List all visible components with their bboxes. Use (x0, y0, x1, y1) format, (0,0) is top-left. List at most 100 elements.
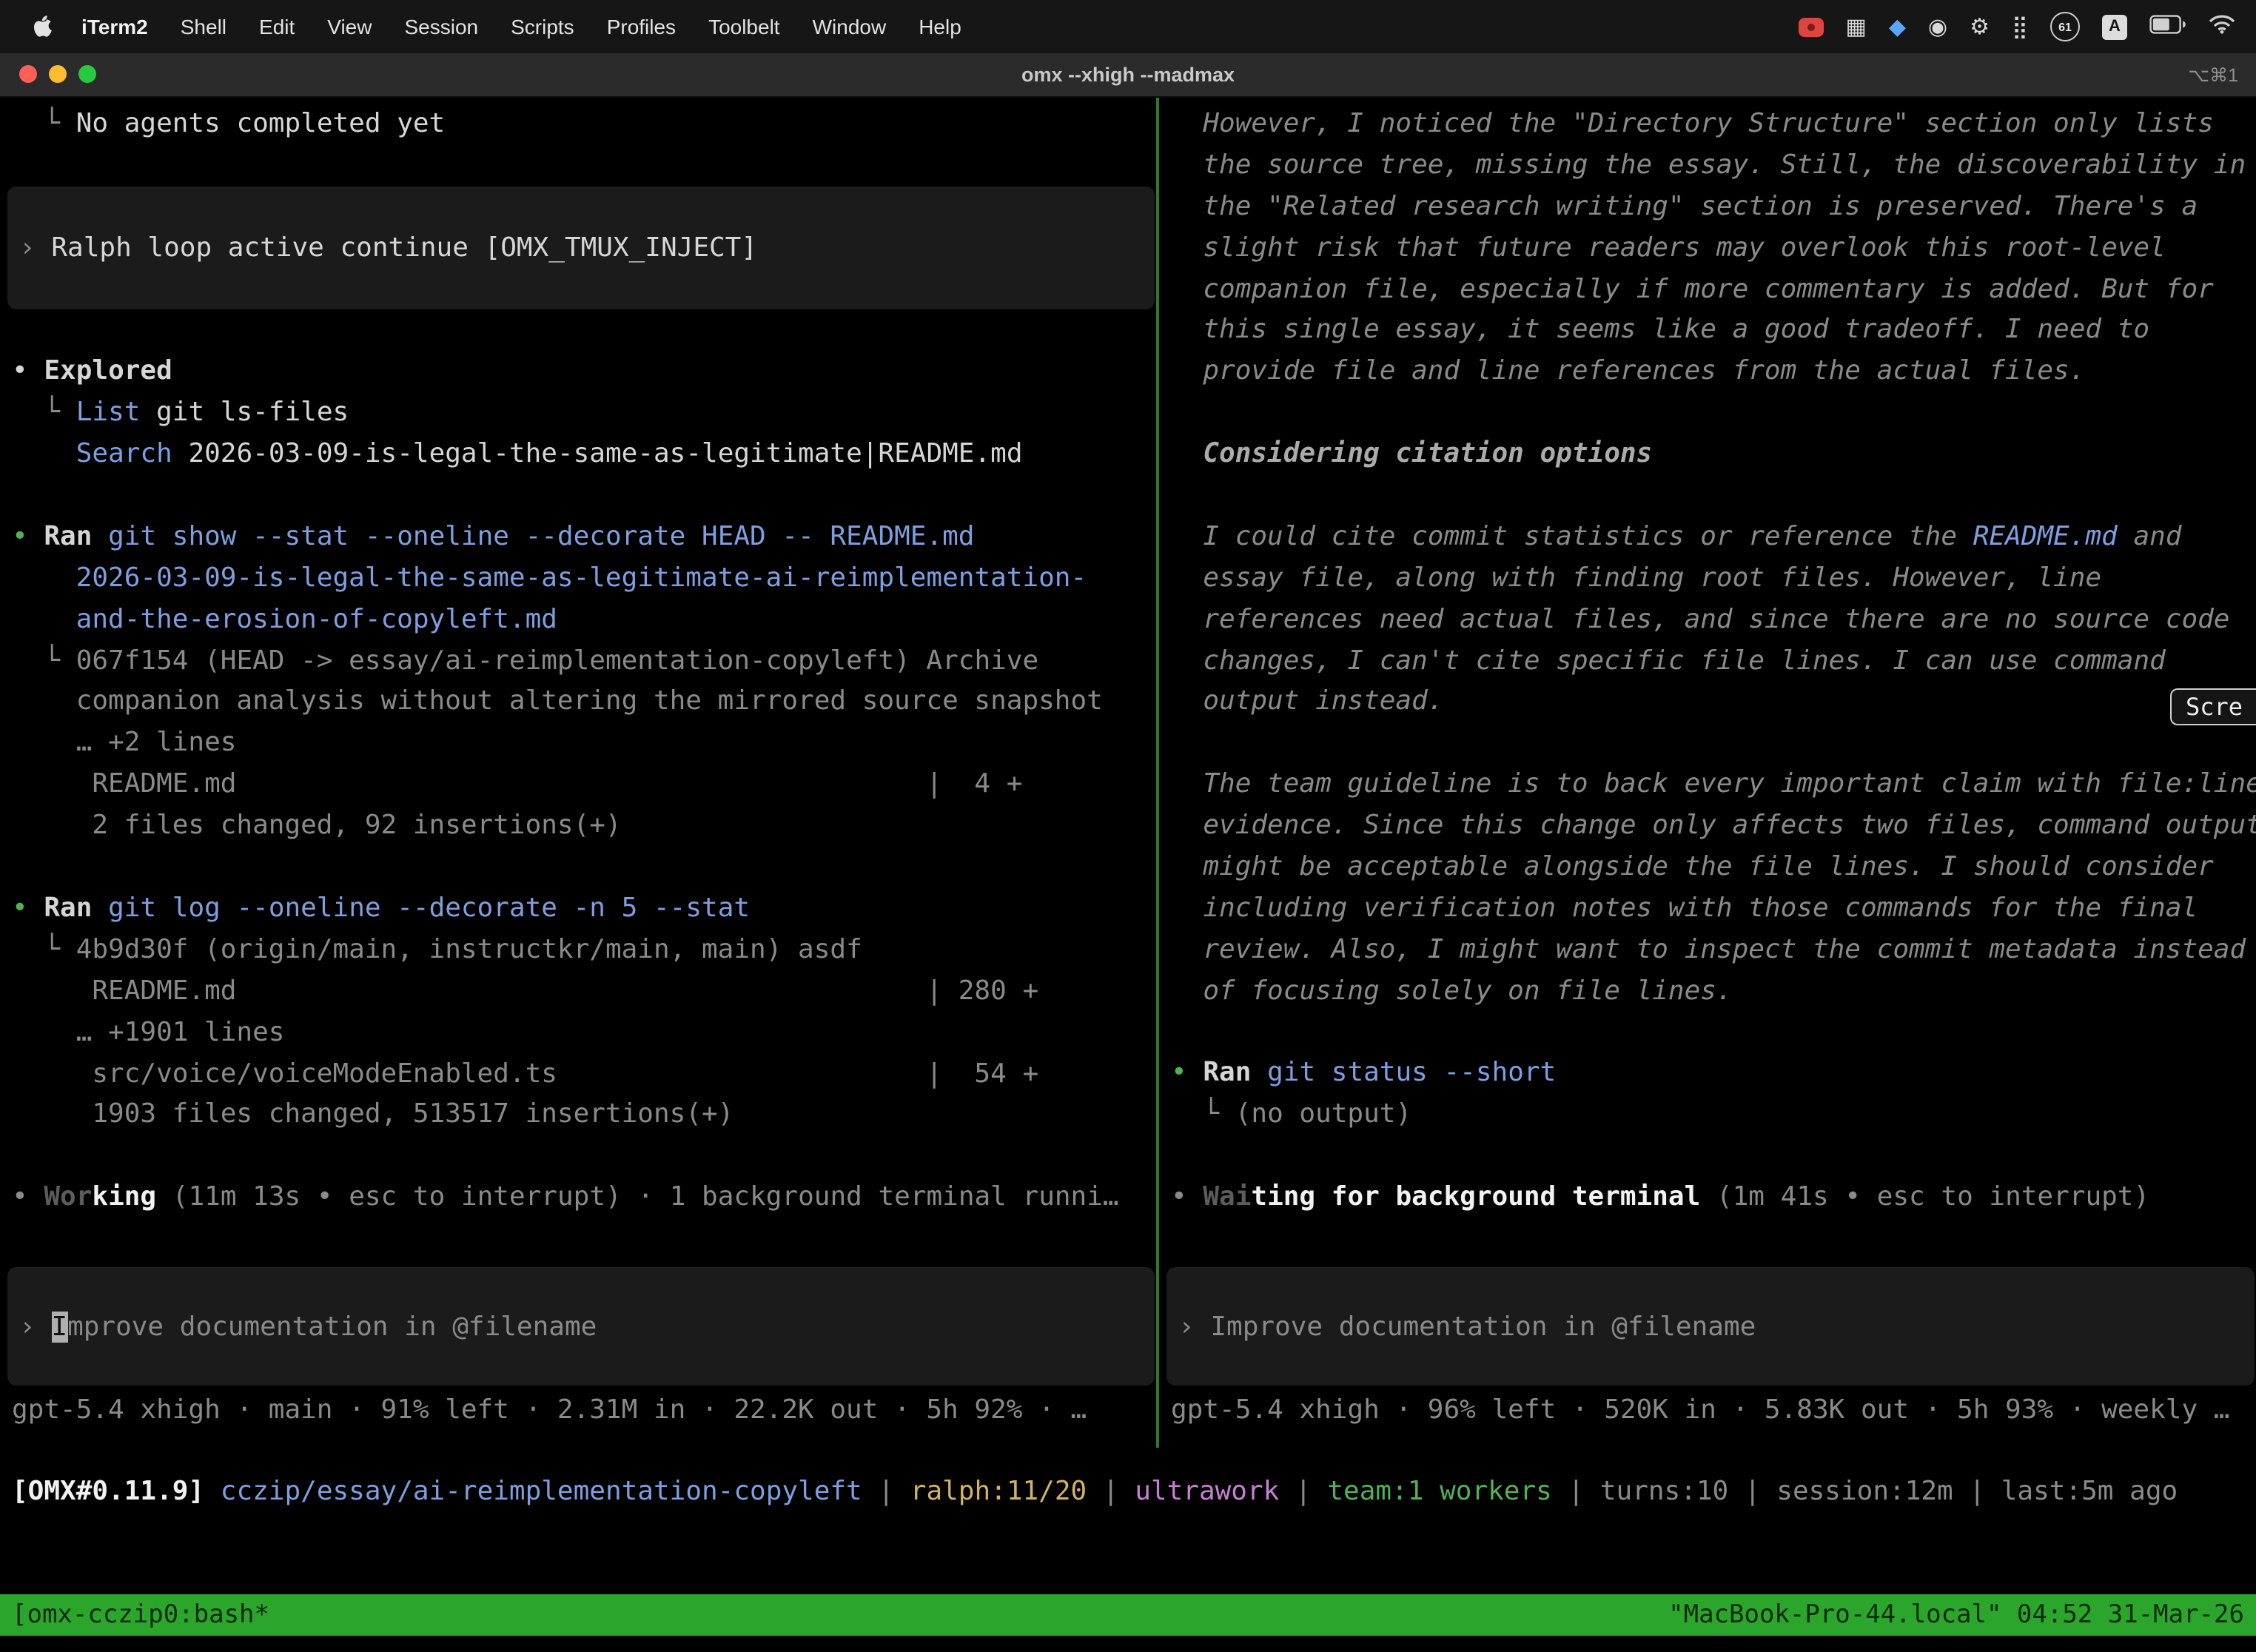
text-segment: git ls-files (140, 397, 349, 429)
text-segment: The team guideline is to back every impo… (1171, 769, 2256, 800)
text-segment: the "Related research writing" section i… (1171, 191, 2198, 222)
text-segment: ralph:11/20 (910, 1476, 1087, 1507)
menu-status-icons: ▦ ◆ ◉ ⚙ ⣿ 61 A (1798, 12, 2235, 41)
terminal-line: └ 4b9d30f (origin/main, instructkr/main,… (12, 930, 1150, 971)
terminal-line: references need actual files, and since … (1171, 599, 2250, 640)
battery-icon[interactable] (2149, 14, 2186, 39)
terminal-line: 2 files changed, 92 insertions(+) (12, 805, 1150, 847)
tmux-panes: └ No agents completed yet › Ralph loop a… (0, 98, 2256, 1448)
zoom-button[interactable] (78, 65, 96, 83)
text-segment: … +1901 lines (12, 1016, 284, 1047)
record-button-icon[interactable]: ◉ (1928, 16, 1947, 38)
text-segment: | (1953, 1476, 2001, 1507)
terminal-line: Considering citation options (1171, 434, 2250, 475)
terminal-line (12, 1136, 1150, 1178)
terminal-line (12, 310, 1150, 352)
terminal-line: I could cite commit statistics or refere… (1171, 517, 2250, 558)
text-segment: git status --short (1267, 1058, 1556, 1089)
input-text: Improve documentation in @filename (1210, 1311, 1756, 1342)
terminal-line: • Ran git show --stat --oneline --decora… (12, 517, 1150, 558)
menu-app-name[interactable]: iTerm2 (65, 15, 164, 38)
terminal-line (1171, 1136, 2250, 1178)
terminal-line: including verification notes with those … (1171, 888, 2250, 930)
terminal-line: provide file and line references from th… (1171, 352, 2250, 393)
menu-item-view[interactable]: View (311, 15, 388, 38)
menu-item-toolbelt[interactable]: Toolbelt (692, 15, 796, 38)
omx-status-line: [OMX#0.11.9] cczip/essay/ai-reimplementa… (0, 1471, 2256, 1513)
text-segment: | (1552, 1476, 1600, 1507)
prompt-input-right[interactable]: › Improve documentation in @filename (1166, 1267, 2255, 1386)
text-segment: └ (12, 645, 76, 676)
gear-icon[interactable]: ⚙ (1970, 16, 1990, 38)
text-segment: (1m 41s • esc to interrupt) (1700, 1181, 2149, 1212)
menu-item-window[interactable]: Window (796, 15, 903, 38)
text-segment: I could cite commit statistics or refere… (1171, 521, 1973, 552)
terminal-bottom-padding (0, 1636, 2256, 1652)
menu-item-help[interactable]: Help (902, 15, 978, 38)
text-segment: this single essay, it seems like a good … (1171, 315, 2149, 346)
text-segment: the source tree, missing the essay. Stil… (1171, 150, 2246, 181)
terminal-line: • Working (11m 13s • esc to interrupt) ·… (12, 1177, 1150, 1218)
terminal-line: the source tree, missing the essay. Stil… (1171, 145, 2250, 187)
terminal-line (1171, 1012, 2250, 1053)
minimize-button[interactable] (49, 65, 67, 83)
left-pane-lines: • Explored └ List git ls-files Search 20… (12, 310, 1150, 1218)
text-segment: changes, I can't cite specific file line… (1171, 645, 2166, 676)
grid-icon[interactable]: ▦ (1845, 16, 1866, 38)
wifi-icon[interactable] (2209, 14, 2235, 39)
menu-item-edit[interactable]: Edit (243, 15, 311, 38)
iterm2-window: iTerm2 ShellEditViewSessionScriptsProfil… (0, 0, 2256, 1652)
menu-item-scripts[interactable]: Scripts (494, 15, 591, 38)
left-terminal-pane[interactable]: └ No agents completed yet › Ralph loop a… (0, 98, 1156, 1448)
tmux-host-clock-label: "MacBook-Pro-44.local" 04:52 31-Mar-26 (1668, 1600, 2244, 1630)
menu-item-session[interactable]: Session (388, 15, 494, 38)
menu-item-profiles[interactable]: Profiles (591, 15, 692, 38)
close-button[interactable] (19, 65, 37, 83)
text-segment: 2 files changed, 92 insertions(+) (12, 810, 622, 841)
terminal-line: README.md | 4 + (12, 765, 1150, 806)
text-segment: README.md | 4 + (12, 769, 1022, 800)
text-segment: and-the-erosion-of-copyleft.md (12, 603, 557, 634)
menu-items: ShellEditViewSessionScriptsProfilesToolb… (164, 15, 978, 38)
terminal-line: src/voice/voiceModeEnabled.ts | 54 + (12, 1053, 1150, 1095)
text-segment: companion analysis without altering the … (12, 686, 1103, 717)
app-grid-icon[interactable]: ⣿ (2012, 16, 2028, 38)
terminal-line: and-the-erosion-of-copyleft.md (12, 599, 1150, 640)
battery-percent-badge[interactable]: 61 (2050, 12, 2080, 41)
prompt-input-left[interactable]: › I mprove documentation in @filename (7, 1267, 1155, 1386)
tmux-session-label: [omx-cczip0:bash* (12, 1600, 269, 1630)
text-segment: evidence. Since this change only affects… (1171, 810, 2256, 841)
status-icon-group: ▦ ◆ ◉ ⚙ ⣿ (1845, 16, 2028, 38)
prompt-chevron: › (19, 1311, 51, 1342)
screen-overlay-button[interactable]: Scre (2171, 688, 2256, 725)
text-segment: src/voice/voiceModeEnabled.ts | 54 + (12, 1058, 1038, 1089)
terminal-line (12, 145, 1150, 187)
text-segment: companion file, especially if more comme… (1171, 273, 2214, 304)
menu-item-shell[interactable]: Shell (164, 15, 243, 38)
text-segment: └ (1171, 1099, 1235, 1130)
text-segment: └ (12, 397, 76, 429)
text-segment: | (1279, 1476, 1327, 1507)
input-source-icon[interactable]: A (2102, 14, 2127, 39)
text-segment: references need actual files, and since … (1171, 603, 2230, 634)
terminal-line: review. Also, I might want to inspect th… (1171, 930, 2250, 971)
terminal-line: 2026-03-09-is-legal-the-same-as-legitima… (12, 558, 1150, 600)
terminal-line (12, 475, 1150, 517)
terminal-line: [OMX#0.11.9] cczip/essay/ai-reimplementa… (12, 1471, 2244, 1513)
terminal-line: • Explored (12, 352, 1150, 393)
text-segment: might be acceptable alongside the file l… (1171, 851, 2214, 882)
terminal-line: … +2 lines (12, 723, 1150, 765)
text-segment: team:1 workers (1327, 1476, 1551, 1507)
text-segment (12, 438, 76, 469)
apple-menu-icon[interactable] (21, 14, 65, 39)
terminal-body: └ No agents completed yet › Ralph loop a… (0, 98, 2256, 1652)
screen-recording-indicator[interactable] (1798, 17, 1823, 36)
text-segment: └ (12, 108, 76, 139)
text-segment: • (12, 893, 44, 924)
terminal-line: README.md | 280 + (12, 970, 1150, 1012)
text-segment: and (2118, 521, 2182, 552)
terminal-line: Search 2026-03-09-is-legal-the-same-as-l… (12, 434, 1150, 475)
text-segment: 1903 files changed, 513517 insertions(+) (12, 1099, 733, 1130)
droplet-icon[interactable]: ◆ (1889, 16, 1906, 38)
right-terminal-pane[interactable]: However, I noticed the "Directory Struct… (1159, 98, 2256, 1448)
